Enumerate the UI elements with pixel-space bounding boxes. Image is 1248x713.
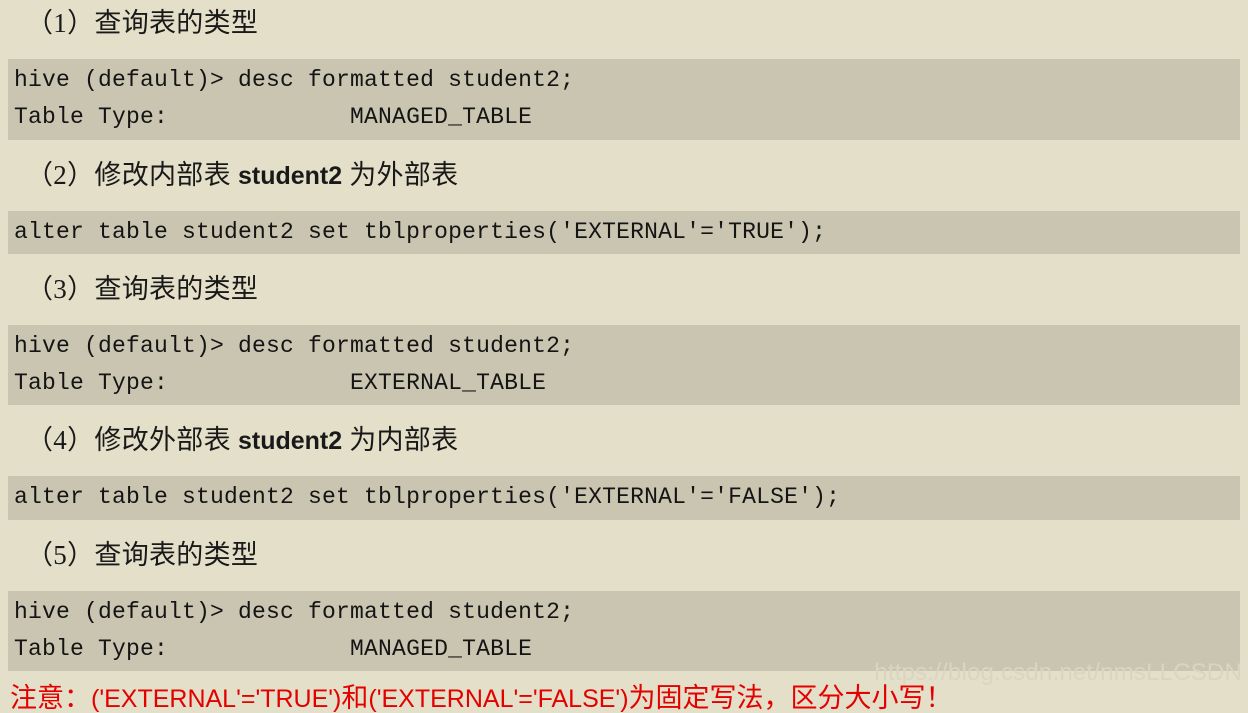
- note-code-false: ('EXTERNAL'='FALSE'): [368, 685, 629, 713]
- note-tail: 为固定写法，区分大小写！: [628, 683, 953, 713]
- code-line: hive (default)> desc formatted student2;: [14, 332, 575, 359]
- section-2: （2）修改内部表 student2 为外部表 alter table stude…: [0, 159, 1248, 254]
- section-3-gap: [0, 303, 1248, 325]
- section-1-gap: [0, 37, 1248, 59]
- section-2-code-block[interactable]: alter table student2 set tblproperties('…: [8, 210, 1240, 254]
- code-line: hive (default)> desc formatted student2;: [14, 598, 575, 625]
- code-line: Table Type: EXTERNAL_TABLE: [14, 370, 547, 396]
- section-4-gap: [0, 454, 1248, 476]
- section-5: （5）查询表的类型 hive (default)> desc formatted…: [0, 539, 1248, 671]
- section-5-code-block[interactable]: hive (default)> desc formatted student2;…: [8, 590, 1240, 671]
- section-4-heading-text: 修改外部表: [94, 425, 238, 456]
- section-1: （1）查询表的类型 hive (default)> desc formatted…: [0, 10, 1248, 140]
- note-mid: 和: [341, 683, 369, 713]
- section-5-heading-prefix: （5）: [26, 539, 95, 570]
- code-line: alter table student2 set tblproperties('…: [14, 484, 841, 511]
- section-4-heading-prefix: （4）: [26, 425, 95, 456]
- note-code-true: ('EXTERNAL'='TRUE'): [91, 685, 342, 713]
- section-2-heading: （2）修改内部表 student2 为外部表: [0, 159, 1248, 190]
- section-2-heading-suffix: 为外部表: [342, 159, 459, 190]
- section-1-heading-text: 查询表的类型: [94, 8, 259, 38]
- section-4-heading: （4）修改外部表 student2 为内部表: [0, 427, 1248, 454]
- section-1-code-block[interactable]: hive (default)> desc formatted student2;…: [8, 59, 1240, 140]
- section-3-code-block[interactable]: hive (default)> desc formatted student2;…: [8, 324, 1240, 406]
- section-3-heading: （3）查询表的类型: [0, 273, 1248, 304]
- section-4-code-block[interactable]: alter table student2 set tblproperties('…: [8, 476, 1240, 520]
- section-2-heading-name: student2: [237, 161, 343, 190]
- code-line: hive (default)> desc formatted student2;: [14, 67, 575, 93]
- section-2-gap: [0, 189, 1248, 211]
- section-4: （4）修改外部表 student2 为内部表 alter table stude…: [0, 427, 1248, 520]
- section-1-heading-prefix: （1）: [26, 8, 95, 38]
- section-5-gap: [0, 569, 1248, 591]
- code-line: Table Type: MANAGED_TABLE: [14, 635, 533, 662]
- code-line: Table Type: MANAGED_TABLE: [14, 104, 533, 131]
- section-1-heading: （1）查询表的类型: [0, 10, 1248, 37]
- section-2-heading-prefix: （2）: [26, 159, 95, 190]
- section-5-heading-text: 查询表的类型: [94, 539, 259, 570]
- section-2-heading-text: 修改内部表: [94, 159, 238, 190]
- section-4-heading-suffix: 为内部表: [342, 425, 459, 456]
- slide-page: （1）查询表的类型 hive (default)> desc formatted…: [0, 0, 1248, 712]
- section-3-heading-prefix: （3）: [26, 273, 95, 304]
- section-3-heading-text: 查询表的类型: [94, 273, 259, 304]
- section-4-heading-name: student2: [237, 427, 343, 456]
- section-5-heading: （5）查询表的类型: [0, 539, 1248, 570]
- section-3: （3）查询表的类型 hive (default)> desc formatted…: [0, 273, 1248, 406]
- note-lead: 注意：: [10, 683, 91, 713]
- note-warning: 注意：('EXTERNAL'='TRUE')和('EXTERNAL'='FALS…: [0, 685, 1248, 712]
- code-line: alter table student2 set tblproperties('…: [14, 218, 827, 245]
